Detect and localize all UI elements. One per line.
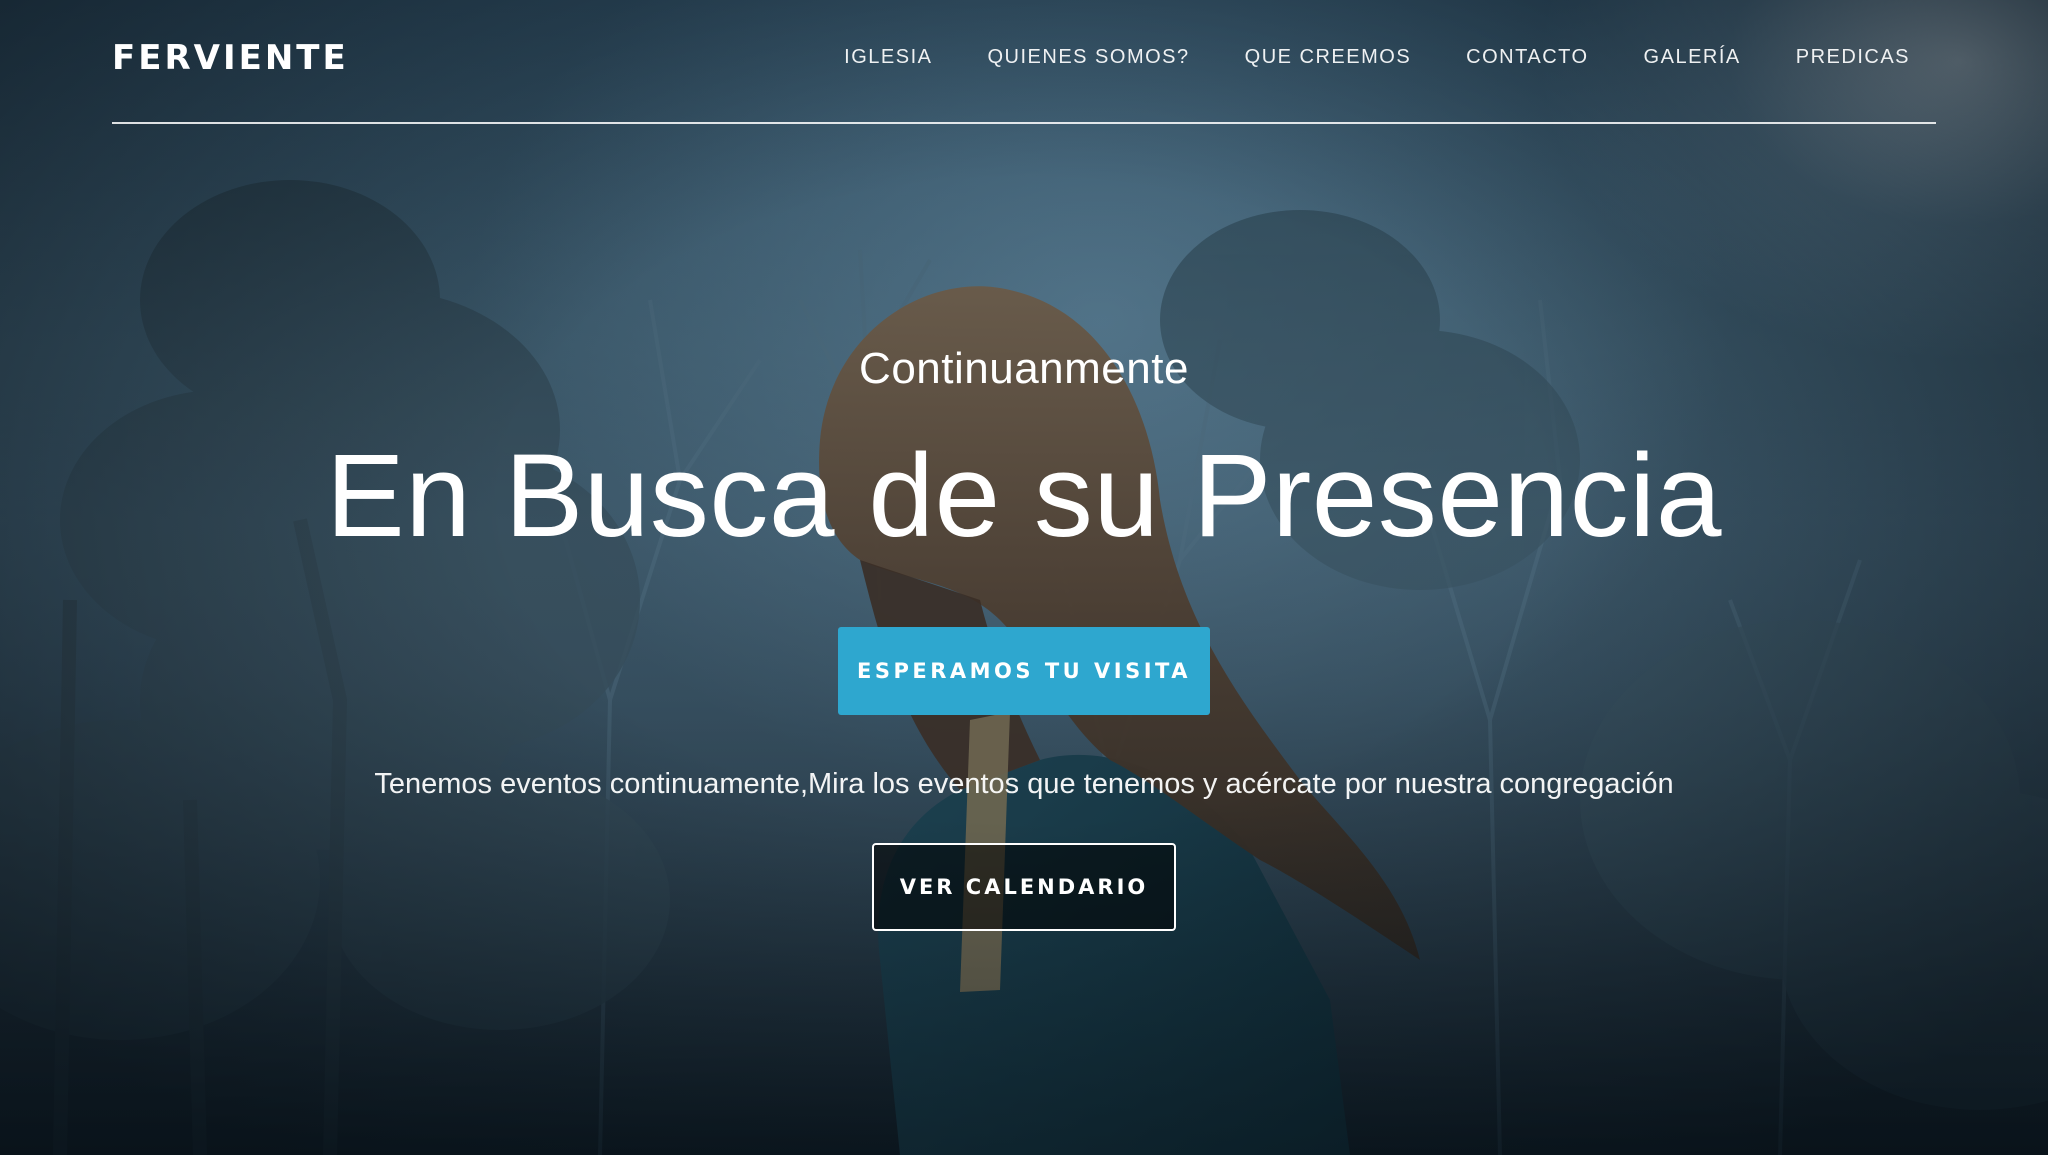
hero-headline: En Busca de su Presencia [325,430,1723,562]
hero-section: FERVIENTE IGLESIA QUIENES SOMOS? QUE CRE… [0,0,2048,1155]
view-calendar-button[interactable]: VER CALENDARIO [872,843,1176,931]
hero-content: Continuanmente En Busca de su Presencia … [0,0,2048,1155]
hero-tagline: Tenemos eventos continuamente,Mira los e… [374,768,1674,800]
visit-cta-button[interactable]: ESPERAMOS TU VISITA [838,627,1210,715]
hero-kicker: Continuanmente [859,344,1189,393]
